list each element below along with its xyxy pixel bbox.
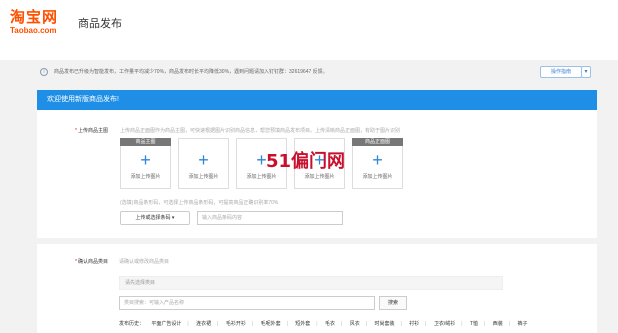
image-slot-2[interactable]: + 添加上传图片 (178, 138, 229, 189)
separator: | (365, 321, 368, 327)
separator: | (341, 321, 343, 327)
info-icon: i (40, 68, 48, 76)
slot-label: 添加上传图片 (304, 174, 335, 180)
separator: | (484, 321, 486, 327)
upload-label: *上传商品主图 (75, 127, 108, 134)
upload-hint: 上传商品正面图作为商品主图，可快速根据图片识别商品信息，帮您预填商品发布项目。上… (120, 128, 401, 134)
upload-label-text: 上传商品主图 (77, 128, 108, 134)
separator: | (251, 321, 254, 327)
history-item[interactable]: 平面广告设计 (151, 321, 181, 327)
slot-label: 添加上传图片 (188, 174, 219, 180)
barcode-hint: (选填)商品条形码，可选择上传商品条形码，可提高商品正确识别率70% (120, 200, 279, 206)
history-item[interactable]: 西装 (493, 321, 503, 327)
separator: | (400, 321, 402, 327)
guide-button[interactable]: 操作指南 (540, 66, 582, 78)
welcome-banner: 欢迎使用新版商品发布! (37, 90, 597, 110)
search-button[interactable]: 搜索 (379, 296, 407, 310)
slot-caption: 商品主图 (120, 138, 171, 146)
separator: | (425, 321, 427, 327)
history-item[interactable]: T恤 (470, 321, 478, 327)
chevron-down-icon[interactable]: ▾ (581, 66, 591, 78)
plus-icon: + (198, 150, 209, 170)
history-item[interactable]: 连衣裙 (196, 321, 211, 327)
plus-icon: + (372, 150, 383, 170)
publish-history: 发布历史： 平面广告设计 | 连衣裙 | 毛衫开衫 | 毛呢外套 | 短外套 | 毛衣 | … (119, 319, 589, 329)
history-item[interactable]: 毛衫开衫 (226, 321, 246, 327)
separator: | (508, 321, 511, 327)
history-item[interactable]: 毛衣 (325, 321, 335, 327)
category-card: *确认商品类目 请确认或修改商品类目 请先选择类目 类目搜索：可输入产品名称 搜… (37, 244, 597, 333)
image-slot-front[interactable]: 商品正面图 + 添加上传图片 (352, 138, 403, 189)
slot-label: 添加上传图片 (362, 174, 393, 180)
notice-text: 商品发布已升级为智能发布，工作量平均减少70%，商品发布时长平均降低30%，遇到… (54, 69, 328, 75)
category-hint: 请确认或修改商品类目 (119, 259, 170, 265)
image-slot-main[interactable]: 商品主图 + 添加上传图片 (120, 138, 171, 189)
notice-bar: i 商品发布已升级为智能发布，工作量平均减少70%，商品发布时长平均降低30%，… (40, 63, 591, 81)
category-label-text: 确认商品类目 (77, 259, 108, 265)
slot-label: 添加上传图片 (246, 174, 277, 180)
separator: | (187, 321, 189, 327)
history-item[interactable]: 裤子 (517, 321, 527, 327)
category-search-input[interactable]: 类目搜索：可输入产品名称 (119, 296, 375, 310)
history-item[interactable]: 时尚套装 (374, 321, 394, 327)
separator: | (461, 321, 463, 327)
history-item[interactable]: 衬衫 (409, 321, 419, 327)
slot-caption: 商品正面图 (352, 138, 403, 146)
history-item[interactable]: 风衣 (350, 321, 360, 327)
history-item[interactable]: 短外套 (295, 321, 310, 327)
history-label: 发布历史： (119, 321, 145, 327)
required-marker: * (75, 259, 77, 265)
slot-label: 添加上传图片 (130, 174, 161, 180)
header: 淘宝网 Taobao.com 商品发布 (0, 0, 618, 60)
watermark-text: 51偏门网 (266, 151, 346, 172)
selected-category-box[interactable]: 请先选择类目 (119, 276, 503, 290)
separator: | (217, 321, 219, 327)
category-label: *确认商品类目 (75, 258, 108, 265)
history-item[interactable]: 毛呢外套 (261, 321, 281, 327)
taobao-logo[interactable]: 淘宝网 Taobao.com (10, 8, 70, 36)
separator: | (286, 321, 288, 327)
logo-english: Taobao.com (10, 26, 57, 35)
logo-chinese: 淘宝网 (10, 8, 59, 26)
separator: | (316, 321, 318, 327)
history-item[interactable]: 卫衣/绒衫 (434, 321, 455, 327)
barcode-input[interactable]: 输入商品条码内容 (197, 211, 343, 225)
plus-icon: + (140, 150, 151, 170)
required-marker: * (75, 128, 77, 134)
barcode-select-button[interactable]: 上传或选择条码 ▾ (120, 211, 190, 225)
page-title: 商品发布 (78, 18, 122, 30)
